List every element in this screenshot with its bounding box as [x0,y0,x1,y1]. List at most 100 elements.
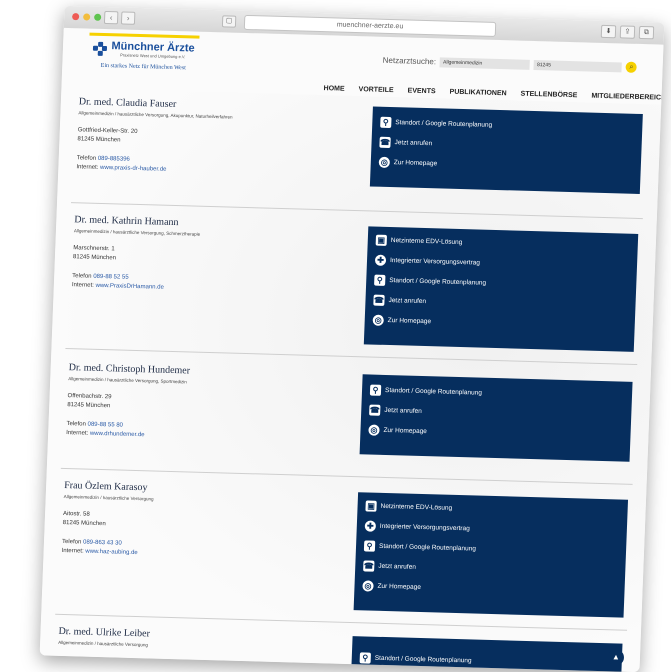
globe-icon: ◎ [362,580,374,592]
service-route[interactable]: ⚲ Standort / Google Routenplanung [374,274,486,289]
nav-home[interactable]: HOME [323,85,344,93]
doctor-search: Netzarztsuche: Allgemeinmedizin 81245 ⌕ [383,55,638,73]
doctor-entry: Dr. med. Christoph Hundemer Allgemeinmed… [47,354,651,491]
services-panel: ⚲ Standort / Google Routenplanung ☎ Jetzt … [359,374,633,462]
web-label: Internet: [66,430,89,437]
services-panel: ⚲ Standort / Google Routenplanung ☎ Jetzt … [369,106,643,194]
service-label: Jetzt anrufen [378,562,416,571]
sidebar-toggle-button[interactable]: ▢ [221,15,237,28]
service-label: Jetzt anrufen [384,406,422,415]
doctor-address: Gottfried-Keller-Str. 20 81245 München [77,126,137,146]
services-panel: ⚲ Standort / Google Routenplanung [351,636,623,672]
close-window-button[interactable] [72,13,80,21]
doctor-name: Dr. med. Ulrike Leiber [58,625,151,640]
screenshot-scene: ‹ › ▢ muenchner-aerzte.eu ⬇ ⇪ ⧉ Münchner… [0,0,671,672]
downloads-icon[interactable]: ⬇ [600,24,617,39]
doctor-contact: Telefon 089-885396 Internet: www.praxis-… [76,154,167,175]
city: 81245 München [62,519,106,528]
web-label: Internet: [61,547,84,555]
service-call[interactable]: ☎ Jetzt anrufen [379,136,432,149]
service-route[interactable]: ⚲ Standort / Google Routenplanung [380,116,492,131]
doctor-specialty: Allgemeinmedizin / hausärztliche Versorg… [63,494,154,502]
service-homepage[interactable]: ◎ Zur Homepage [368,424,427,437]
globe-icon: ◎ [378,156,391,168]
service-label: Netzinterne EDV-Lösung [390,237,463,247]
website-link[interactable]: www.PraxisDrHamann.de [95,283,164,291]
network-icon: ▣ [375,234,388,246]
service-route[interactable]: ⚲ Standort / Google Routenplanung [359,652,472,666]
phone-link[interactable]: 089-88 55 80 [87,422,123,429]
forward-button[interactable]: › [120,11,136,25]
web-label: Internet: [76,164,99,171]
service-edv[interactable]: ▣ Netzinterne EDV-Lösung [365,500,452,513]
specialty-select[interactable]: Allgemeinmedizin [439,56,531,70]
doctor-list: Dr. med. Claudia Fauser Allgemeinmedizin… [39,87,662,672]
website-link[interactable]: www.praxis-dr-hauber.de [100,165,167,173]
location-pin-icon: ⚲ [380,116,392,129]
nav-events[interactable]: EVENTS [407,87,435,95]
service-contract[interactable]: ✚ Integrierter Versorgungsvertrag [374,254,480,269]
service-call[interactable]: ☎ Jetzt anrufen [363,560,416,572]
phone-link[interactable]: 089-88 52 55 [93,274,129,281]
city: 81245 München [72,254,117,262]
zoom-window-button[interactable] [94,13,102,21]
website-link[interactable]: www.drhundemer.de [90,431,145,439]
search-icon[interactable]: ⌕ [625,61,638,73]
globe-icon: ◎ [372,314,384,326]
back-button[interactable]: ‹ [103,10,119,25]
phone-icon: ☎ [369,404,381,416]
nav-vorteile[interactable]: VORTEILE [358,86,393,94]
service-route[interactable]: ⚲ Standort / Google Routenplanung [363,540,476,554]
service-edv[interactable]: ▣ Netzinterne EDV-Lösung [375,234,463,248]
logo-main: Münchner Ärzte Praxisnetz West und Umgeb… [83,39,206,59]
phone-icon: ☎ [373,294,385,306]
nav-mitgliederbereich[interactable]: MITGLIEDERBEREICH [591,93,664,102]
phone-label: Telefon [76,155,97,162]
service-call[interactable]: ☎ Jetzt anrufen [369,404,422,417]
phone-label: Telefon [72,273,92,280]
nav-stellenboerse[interactable]: STELLENBÖRSE [520,91,577,100]
service-homepage[interactable]: ◎ Zur Homepage [372,314,432,328]
doctor-name: Dr. med. Claudia Fauser [78,96,177,111]
window-controls [72,13,102,21]
doctor-contact: Telefon 089-863 43 30 Internet: www.haz-… [61,538,138,558]
service-label: Zur Homepage [383,426,427,436]
website-link[interactable]: www.haz-aubing.de [85,549,138,556]
site-logo[interactable]: Münchner Ärzte Praxisnetz West und Umgeb… [82,32,206,79]
tabs-overview-icon[interactable]: ⧉ [638,25,655,40]
share-icon[interactable]: ⇪ [619,25,636,39]
service-homepage[interactable]: ◎ Zur Homepage [378,156,438,170]
city: 81245 München [77,136,121,144]
web-label: Internet: [71,282,94,289]
network-icon: ▣ [365,500,377,512]
service-label: Jetzt anrufen [388,297,427,306]
service-call[interactable]: ☎ Jetzt anrufen [373,294,427,307]
service-label: Zur Homepage [377,582,422,592]
services-panel: ▣ Netzinterne EDV-Lösung ✚ Integrierter Ve… [353,492,629,618]
service-contract[interactable]: ✚ Integrierter Versorgungsvertrag [364,520,470,534]
nav-publikationen[interactable]: PUBLIKATIONEN [449,89,506,98]
doctor-name: Frau Özlem Karasoy [63,480,148,494]
service-route[interactable]: ⚲ Standort / Google Routenplanung [369,384,483,399]
service-homepage[interactable]: ◎ Zur Homepage [362,580,421,593]
doctor-address: Offenbachstr. 29 81245 München [67,392,112,411]
service-label: Standort / Google Routenplanung [374,654,472,665]
service-label: Integrierter Versorgungsvertrag [379,522,470,533]
phone-link[interactable]: 089-885396 [98,156,130,163]
contract-cross-icon: ✚ [364,520,377,532]
contract-cross-icon: ✚ [374,254,387,266]
globe-icon: ◎ [368,424,380,436]
doctor-specialty: Allgemeinmedizin / hausärztliche Versorg… [78,110,233,120]
zip-input[interactable]: 81245 [533,59,623,72]
phone-label: Telefon [66,421,86,428]
minimize-window-button[interactable] [83,13,91,21]
browser-toolbar-icons: ⬇ ⇪ ⧉ [600,24,655,40]
location-pin-icon: ⚲ [374,274,386,286]
phone-icon: ☎ [379,136,391,149]
doctor-specialty: Allgemeinmedizin / hausärztliche Versorg… [68,376,187,385]
phone-link[interactable]: 089-863 43 30 [83,540,122,547]
service-label: Zur Homepage [393,159,438,168]
location-pin-icon: ⚲ [359,652,371,664]
service-label: Standort / Google Routenplanung [384,386,483,397]
logo-stripe [89,32,200,39]
